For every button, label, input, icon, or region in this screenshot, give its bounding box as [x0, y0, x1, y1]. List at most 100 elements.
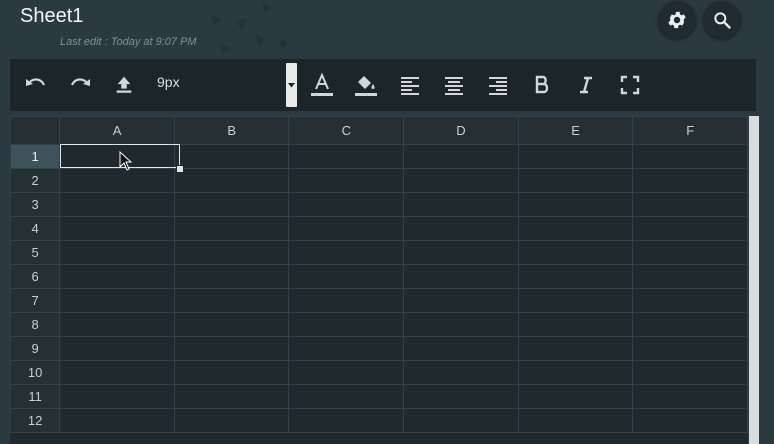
cell[interactable]	[632, 216, 748, 241]
cell[interactable]	[173, 192, 290, 217]
cell[interactable]	[517, 240, 634, 265]
undo-button[interactable]	[23, 72, 49, 98]
cell[interactable]	[59, 240, 175, 265]
cell[interactable]	[173, 216, 290, 241]
cell[interactable]	[288, 240, 405, 265]
font-size-dropdown[interactable]	[286, 63, 297, 107]
fill-color-button[interactable]	[353, 72, 379, 98]
cell[interactable]	[403, 312, 519, 337]
select-all-corner[interactable]	[10, 116, 61, 145]
cell[interactable]	[288, 288, 405, 313]
cell[interactable]	[517, 264, 634, 289]
cell[interactable]	[173, 264, 290, 289]
sheet-title[interactable]: Sheet1	[20, 5, 83, 28]
cell[interactable]	[59, 384, 175, 409]
row-header-3[interactable]: 3	[10, 192, 61, 217]
cell[interactable]	[632, 264, 748, 289]
cell[interactable]	[632, 360, 748, 385]
column-header-c[interactable]: C	[288, 116, 405, 145]
cell[interactable]	[403, 216, 519, 241]
row-header-10[interactable]: 10	[10, 360, 61, 385]
cell[interactable]	[517, 144, 634, 169]
cell[interactable]	[632, 336, 748, 361]
cell[interactable]	[173, 240, 290, 265]
cell[interactable]	[173, 144, 290, 169]
text-color-button[interactable]	[309, 72, 335, 98]
redo-button[interactable]	[67, 72, 93, 98]
column-header-f[interactable]: F	[632, 116, 748, 145]
row-header-2[interactable]: 2	[10, 168, 61, 193]
settings-button[interactable]	[658, 1, 696, 39]
cell[interactable]	[517, 312, 634, 337]
cell[interactable]	[517, 408, 634, 433]
cell[interactable]	[403, 168, 519, 193]
font-size-value[interactable]: 9px	[157, 74, 180, 90]
cell[interactable]	[288, 144, 405, 169]
cell[interactable]	[288, 360, 405, 385]
cell[interactable]	[59, 168, 175, 193]
cell[interactable]	[288, 408, 405, 433]
cell[interactable]	[517, 360, 634, 385]
cell[interactable]	[517, 216, 634, 241]
cell[interactable]	[288, 216, 405, 241]
cell[interactable]	[288, 384, 405, 409]
cell[interactable]	[59, 216, 175, 241]
cell[interactable]	[59, 312, 175, 337]
column-header-d[interactable]: D	[403, 116, 519, 145]
cell[interactable]	[632, 288, 748, 313]
cell[interactable]	[173, 168, 290, 193]
cell[interactable]	[173, 312, 290, 337]
cell[interactable]	[288, 336, 405, 361]
bold-button[interactable]	[529, 72, 555, 98]
column-header-a[interactable]: A	[59, 116, 175, 145]
row-header-9[interactable]: 9	[10, 336, 61, 361]
cell[interactable]	[403, 408, 519, 433]
row-header-12[interactable]: 12	[10, 408, 61, 433]
cell[interactable]	[632, 408, 748, 433]
upload-button[interactable]	[111, 72, 137, 98]
cell[interactable]	[632, 240, 748, 265]
column-header-b[interactable]: B	[173, 116, 290, 145]
cell[interactable]	[403, 240, 519, 265]
cell[interactable]	[173, 384, 290, 409]
column-header-e[interactable]: E	[517, 116, 634, 145]
cell[interactable]	[517, 288, 634, 313]
cell[interactable]	[517, 192, 634, 217]
cell[interactable]	[173, 336, 290, 361]
align-center-button[interactable]	[441, 72, 467, 98]
cell[interactable]	[632, 312, 748, 337]
cell[interactable]	[59, 192, 175, 217]
cell[interactable]	[632, 168, 748, 193]
cell[interactable]	[288, 264, 405, 289]
cell[interactable]	[403, 288, 519, 313]
cell[interactable]	[173, 408, 290, 433]
row-header-6[interactable]: 6	[10, 264, 61, 289]
cell[interactable]	[288, 312, 405, 337]
cell[interactable]	[517, 384, 634, 409]
cell[interactable]	[403, 192, 519, 217]
italic-button[interactable]	[573, 72, 599, 98]
cell[interactable]	[403, 144, 519, 169]
align-right-button[interactable]	[485, 72, 511, 98]
fill-handle[interactable]	[176, 165, 184, 173]
row-header-4[interactable]: 4	[10, 216, 61, 241]
cell[interactable]	[288, 192, 405, 217]
row-header-1[interactable]: 1	[10, 144, 61, 169]
cell[interactable]	[403, 384, 519, 409]
cell[interactable]	[403, 336, 519, 361]
cell[interactable]	[288, 168, 405, 193]
cell[interactable]	[173, 288, 290, 313]
cell[interactable]	[59, 288, 175, 313]
cell[interactable]	[59, 264, 175, 289]
cell[interactable]	[632, 144, 748, 169]
cell[interactable]	[632, 384, 748, 409]
fullscreen-button[interactable]	[617, 72, 643, 98]
cell[interactable]	[173, 360, 290, 385]
align-left-button[interactable]	[397, 72, 423, 98]
cell[interactable]	[59, 336, 175, 361]
search-button[interactable]	[703, 1, 741, 39]
cell[interactable]	[517, 168, 634, 193]
cell[interactable]	[632, 192, 748, 217]
cell[interactable]	[59, 408, 175, 433]
cell[interactable]	[59, 360, 175, 385]
